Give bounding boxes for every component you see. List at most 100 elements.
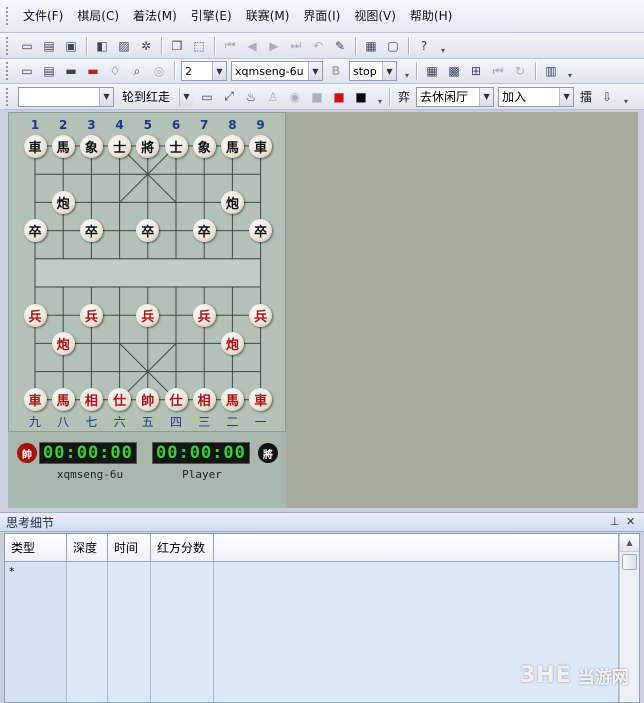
black-piece[interactable]: 馬	[220, 134, 244, 158]
black-piece[interactable]: 士	[164, 134, 188, 158]
chevron-down-icon[interactable]: ▼	[308, 62, 322, 80]
save-icon[interactable]: ▣	[62, 37, 80, 55]
toolbar-overflow-icon[interactable]: ▾	[438, 37, 448, 55]
capture-icon[interactable]: ⬚	[190, 37, 208, 55]
toolbar-grip[interactable]	[6, 87, 10, 106]
black-piece[interactable]: 士	[108, 134, 132, 158]
column-header-pv[interactable]	[214, 534, 619, 562]
red-piece[interactable]: 兵	[23, 303, 47, 327]
red-piece[interactable]: 馬	[51, 388, 75, 412]
black-piece[interactable]: 卒	[23, 219, 47, 243]
chevron-down-icon[interactable]: ▼	[382, 62, 396, 80]
toolbar-overflow-icon[interactable]: ▾	[565, 62, 575, 80]
black-piece[interactable]: 炮	[51, 190, 75, 214]
turn-select[interactable]: 轮到红走 ▼	[118, 87, 194, 107]
circle-icon[interactable]: ◉	[286, 88, 304, 106]
loop-icon[interactable]: ↻	[511, 62, 529, 80]
help-icon[interactable]: ?	[415, 37, 433, 55]
chevron-down-icon[interactable]: ▼	[179, 87, 193, 106]
person-icon[interactable]: ♙	[264, 88, 282, 106]
prev-move-icon[interactable]: ◀	[243, 37, 261, 55]
menu-moves[interactable]: 着法(M)	[126, 6, 184, 26]
flip-board-icon[interactable]: ⤢	[220, 88, 238, 106]
column-header-type[interactable]: 类型	[5, 534, 67, 562]
toolbar-grip[interactable]	[6, 62, 10, 80]
download-icon[interactable]: ⇩	[598, 88, 616, 106]
black-piece[interactable]: 車	[249, 134, 273, 158]
blank-select[interactable]: ▼	[18, 86, 114, 107]
black-piece[interactable]: 卒	[79, 219, 103, 243]
red-piece[interactable]: 兵	[79, 303, 103, 327]
menu-game[interactable]: 棋局(C)	[70, 6, 126, 26]
copy-icon[interactable]: ❐	[168, 37, 186, 55]
pin-hint-icon[interactable]: ♢	[106, 62, 124, 80]
analyze-icon[interactable]: ✎	[331, 37, 349, 55]
black-piece[interactable]: 將	[136, 134, 160, 158]
settings-icon[interactable]: ◎	[150, 62, 168, 80]
tree-icon[interactable]: ♨	[242, 88, 260, 106]
black-piece[interactable]: 卒	[192, 219, 216, 243]
black-piece[interactable]: 象	[192, 134, 216, 158]
image-icon[interactable]: ▨	[115, 37, 133, 55]
red-piece[interactable]: 炮	[51, 331, 75, 355]
red-piece[interactable]: 仕	[164, 388, 188, 412]
film-icon[interactable]: ◧	[93, 37, 111, 55]
red-square-icon[interactable]: ■	[330, 88, 348, 106]
new-board-icon[interactable]: ▭	[18, 62, 36, 80]
new-icon[interactable]: ▭	[18, 37, 36, 55]
paste-icon[interactable]: ▢	[384, 37, 402, 55]
stop-select[interactable]: stop ▼	[349, 61, 397, 81]
open-icon[interactable]: ▤	[40, 37, 58, 55]
black-piece[interactable]: 炮	[220, 190, 244, 214]
edit-board-icon[interactable]: ▤	[40, 62, 58, 80]
column-header-time[interactable]: 时间	[108, 534, 151, 562]
xiangqi-board[interactable]	[9, 113, 287, 433]
chevron-down-icon[interactable]: ▼	[212, 62, 226, 80]
join-select[interactable]: 加入 ▼	[498, 86, 575, 107]
panel-icon[interactable]: ▥	[542, 62, 560, 80]
monitor-icon[interactable]: ▬	[62, 62, 80, 80]
menu-engine[interactable]: 引擎(E)	[184, 6, 239, 26]
table-row[interactable]: *	[5, 562, 619, 590]
menu-help[interactable]: 帮助(H)	[403, 6, 459, 26]
grid-icon[interactable]: ▩	[445, 62, 463, 80]
toolbar-overflow-icon[interactable]: ▾	[375, 88, 385, 106]
chevron-down-icon[interactable]: ▼	[99, 87, 113, 106]
scroll-thumb[interactable]	[622, 554, 637, 570]
red-piece[interactable]: 兵	[249, 303, 273, 327]
menu-league[interactable]: 联赛(M)	[239, 6, 297, 26]
gear-icon[interactable]: ✲	[137, 37, 155, 55]
engine-select[interactable]: xqmseng-6u ▼	[231, 61, 323, 81]
next-move-icon[interactable]: ▶	[265, 37, 283, 55]
menu-view[interactable]: 视图(V)	[347, 6, 403, 26]
hall-select[interactable]: 去休闲厅 ▼	[416, 86, 495, 107]
toolbar-overflow-icon[interactable]: ▾	[621, 88, 631, 106]
red-flag-icon[interactable]: ▬	[84, 62, 102, 80]
last-move-icon[interactable]: ⏭	[287, 37, 305, 55]
scroll-up-icon[interactable]: ▲	[620, 534, 639, 552]
menu-file[interactable]: 文件(F)	[16, 6, 70, 26]
close-icon[interactable]: ✕	[626, 515, 635, 528]
table-row[interactable]	[5, 618, 619, 646]
column-header-depth[interactable]: 深度	[67, 534, 108, 562]
bold-button[interactable]: B	[327, 62, 345, 80]
chevron-down-icon[interactable]: ▼	[559, 87, 574, 106]
red-piece[interactable]: 車	[23, 388, 47, 412]
column-header-red-score[interactable]: 红方分数	[151, 534, 214, 562]
menu-interface[interactable]: 界面(I)	[296, 6, 347, 26]
red-piece[interactable]: 炮	[220, 331, 244, 355]
menu-grip[interactable]	[6, 7, 10, 25]
rewind-icon[interactable]: ⏮	[489, 62, 507, 80]
first-move-icon[interactable]: ⏮	[221, 37, 239, 55]
undo-icon[interactable]: ↶	[309, 37, 327, 55]
red-piece[interactable]: 兵	[136, 303, 160, 327]
table-icon[interactable]: ▦	[423, 62, 441, 80]
move-hint-icon[interactable]: ▭	[198, 88, 216, 106]
red-piece[interactable]: 兵	[192, 303, 216, 327]
square-icon[interactable]: ■	[308, 88, 326, 106]
board-icon[interactable]: ▦	[362, 37, 380, 55]
chevron-down-icon[interactable]: ▼	[479, 87, 494, 106]
search-icon[interactable]: ⌕	[128, 62, 146, 80]
black-square-icon[interactable]: ■	[352, 88, 370, 106]
red-piece[interactable]: 相	[192, 388, 216, 412]
